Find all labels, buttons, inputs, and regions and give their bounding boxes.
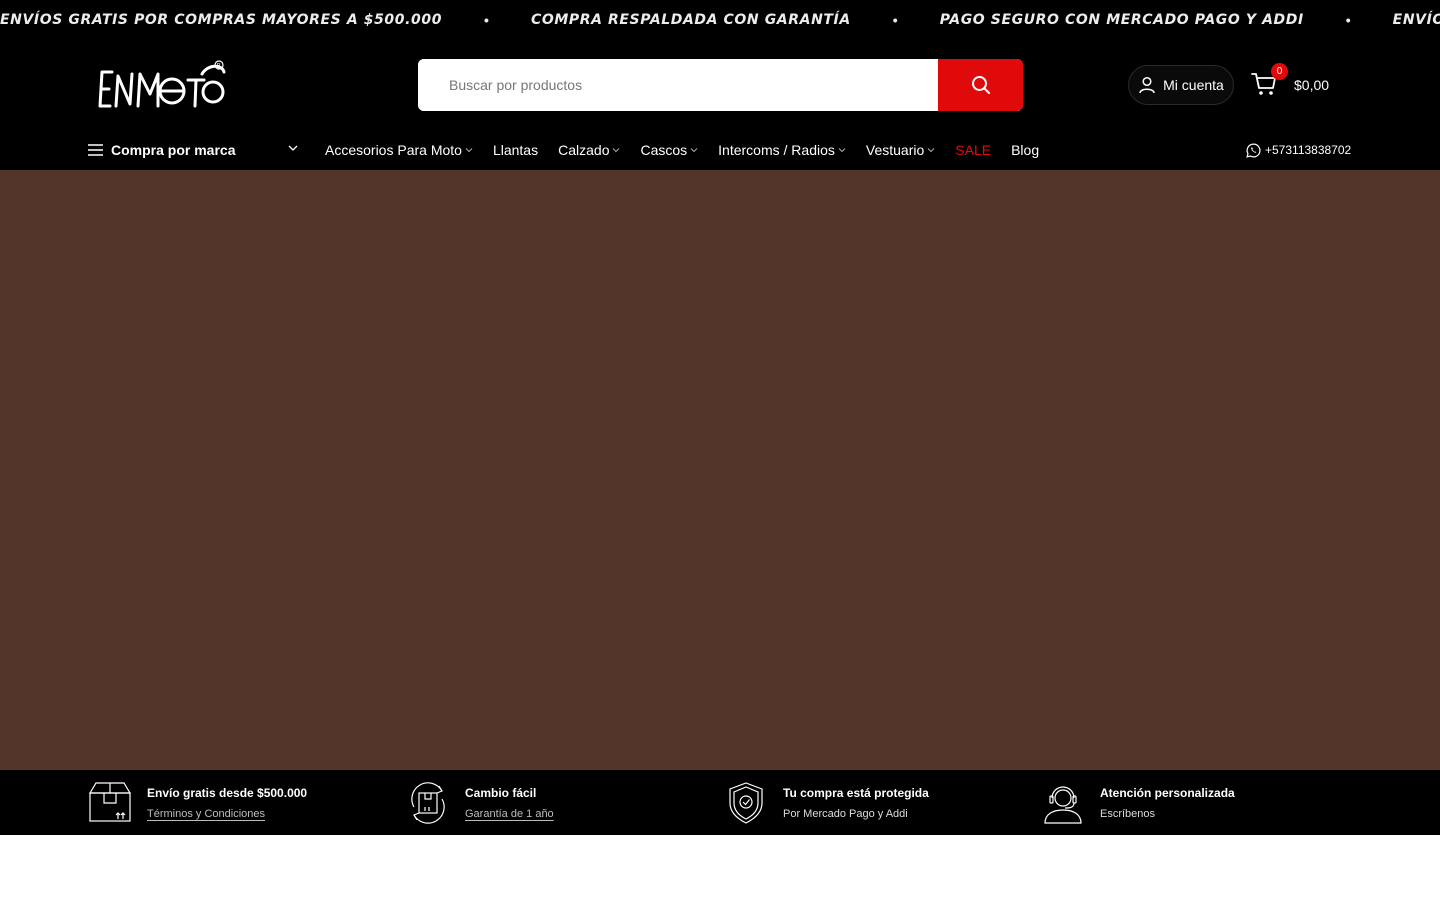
nav-link-vestuario[interactable]: Vestuario — [866, 142, 935, 158]
hero-banner[interactable] — [0, 170, 1440, 770]
cart-total: $0,00 — [1294, 77, 1330, 93]
chevron-down-icon — [690, 148, 698, 153]
feature-personal-support: Atención personalizada Escríbenos — [1041, 770, 1235, 835]
marquee-separator: • — [892, 12, 898, 28]
nav-link-calzado[interactable]: Calzado — [558, 142, 620, 158]
nav-link-label: Accesorios Para Moto — [325, 142, 462, 158]
chevron-down-icon — [927, 148, 935, 153]
search-input[interactable] — [418, 59, 938, 111]
feature-subtitle: Por Mercado Pago y Addi — [783, 807, 908, 820]
box-icon — [88, 781, 132, 822]
account-button[interactable]: Mi cuenta — [1128, 65, 1234, 105]
feature-easy-exchange: Cambio fácil Garantía de 1 año — [406, 770, 554, 835]
chevron-down-icon — [613, 148, 620, 153]
nav-link-label: Cascos — [640, 142, 688, 158]
exchange-box-icon — [411, 781, 445, 824]
feature-free-shipping: Envío gratis desde $500.000 Términos y C… — [88, 770, 307, 835]
site-header: R Mi cuenta 0 $0,00 — [0, 40, 1440, 170]
hamburger-icon — [88, 144, 103, 156]
chevron-down-icon — [288, 145, 298, 151]
marquee-item: ENVÍOS GRATIS POR COMPRAS MAYORES A $500… — [0, 12, 443, 28]
brand-menu-label: Compra por marca — [111, 142, 236, 158]
shield-icon — [729, 781, 763, 824]
nav-links: Accesorios Para Moto Llantas Calzado Cas… — [325, 130, 1059, 170]
feature-title: Atención personalizada — [1100, 785, 1235, 800]
marquee-item: PAGO SEGURO CON MERCADO PAGO Y ADDI — [939, 12, 1304, 28]
cart-button[interactable]: 0 $0,00 — [1251, 63, 1341, 103]
nav-link-label: Calzado — [558, 142, 610, 158]
nav-link-label: Llantas — [492, 142, 539, 158]
feature-text: Tu compra está protegida Por Mercado Pag… — [783, 786, 929, 820]
marquee-item: COMPRA RESPALDADA CON GARANTÍA — [530, 12, 851, 28]
nav-link-sale[interactable]: SALE — [955, 142, 991, 158]
cart-icon-wrap: 0 — [1251, 63, 1288, 99]
user-icon — [1139, 76, 1155, 94]
terms-link[interactable]: Términos y Condiciones — [147, 808, 307, 820]
nav-link-intercoms[interactable]: Intercoms / Radios — [718, 142, 846, 158]
nav-link-llantas[interactable]: Llantas — [493, 142, 538, 158]
whatsapp-link[interactable]: +573113838702 — [1246, 130, 1351, 170]
announcement-marquee: ENVÍOS GRATIS POR COMPRAS MAYORES A $500… — [0, 0, 1440, 40]
feature-title: Tu compra está protegida — [783, 785, 929, 800]
main-nav: Compra por marca Accesorios Para Moto Ll… — [0, 130, 1440, 170]
feature-text: Atención personalizada Escríbenos — [1100, 786, 1235, 820]
feature-title: Cambio fácil — [465, 785, 537, 800]
feature-text: Envío gratis desde $500.000 Términos y C… — [147, 786, 307, 820]
marquee-separator: • — [484, 12, 489, 28]
whatsapp-number: +573113838702 — [1265, 143, 1352, 157]
chevron-down-icon — [465, 148, 473, 153]
chevron-down-icon — [838, 148, 846, 153]
nav-link-label: Vestuario — [865, 142, 925, 158]
svg-text:R: R — [217, 62, 221, 69]
brand-menu-toggle[interactable]: Compra por marca — [88, 130, 298, 170]
features-bar: Envío gratis desde $500.000 Términos y C… — [0, 770, 1440, 835]
nav-link-label: SALE — [955, 142, 992, 158]
support-agent-icon — [1044, 785, 1082, 824]
search-button[interactable] — [938, 59, 1023, 111]
account-label: Mi cuenta — [1163, 77, 1224, 93]
warranty-link[interactable]: Garantía de 1 año — [465, 808, 554, 820]
feature-title: Envío gratis desde $500.000 — [147, 785, 308, 800]
nav-link-cascos[interactable]: Cascos — [640, 142, 698, 158]
nav-link-label: Blog — [1011, 142, 1040, 158]
marquee-separator: • — [1345, 12, 1351, 28]
whatsapp-icon — [1246, 143, 1261, 158]
feature-text: Cambio fácil Garantía de 1 año — [465, 786, 554, 820]
nav-link-accesorios[interactable]: Accesorios Para Moto — [325, 142, 473, 158]
search-icon — [971, 76, 990, 94]
feature-subtitle: Escríbenos — [1100, 807, 1156, 820]
logo-icon: R — [98, 60, 226, 108]
marquee-track: ENVÍOS GRATIS POR COMPRAS MAYORES A $500… — [0, 0, 1440, 40]
cart-count-badge: 0 — [1271, 63, 1288, 80]
feature-protected-purchase: Tu compra está protegida Por Mercado Pag… — [724, 770, 929, 835]
nav-link-label: Intercoms / Radios — [718, 142, 835, 158]
site-logo[interactable]: R — [98, 58, 228, 114]
marquee-item: ENVÍOS SEGUR — [1392, 12, 1440, 28]
nav-link-blog[interactable]: Blog — [1011, 142, 1039, 158]
search-bar — [418, 59, 1023, 111]
